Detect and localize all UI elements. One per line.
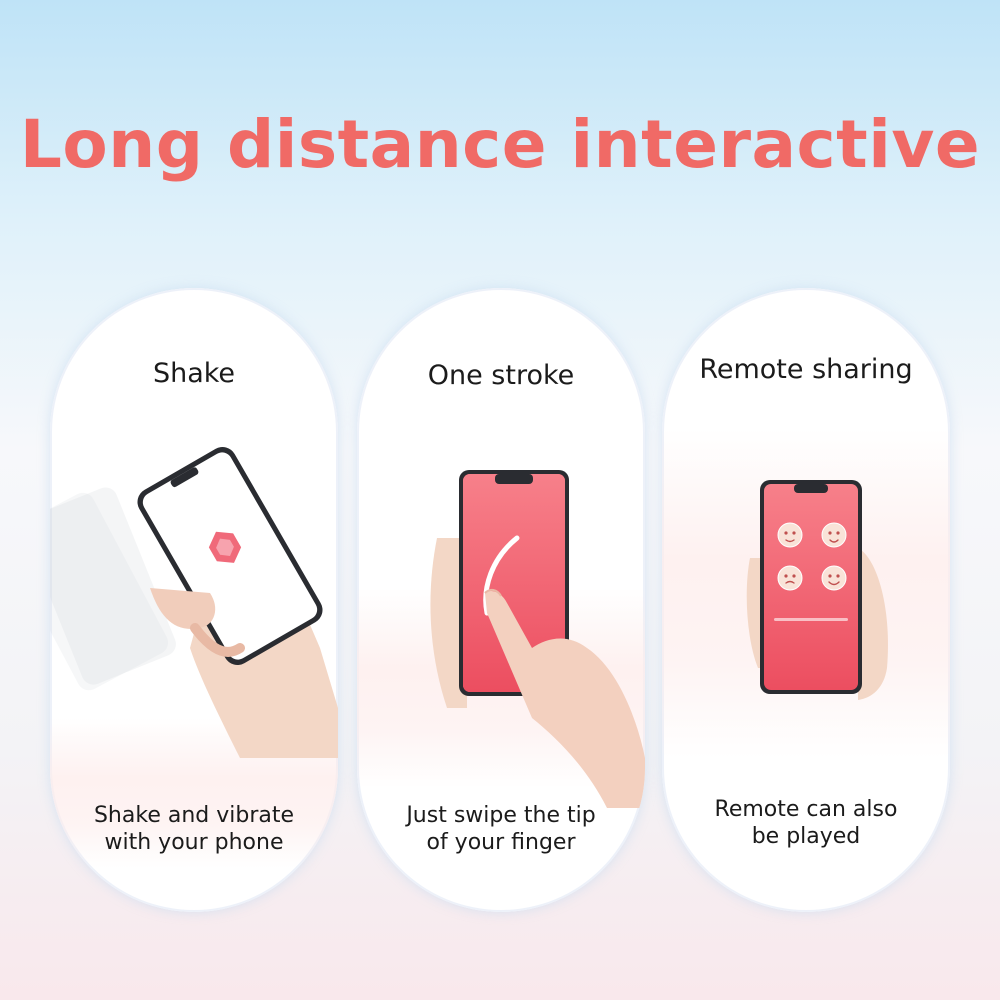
description-line-2: with your phone bbox=[104, 830, 284, 855]
card-description: Remote can also be played bbox=[662, 796, 950, 850]
card-description: Shake and vibrate with your phone bbox=[50, 802, 338, 856]
feature-card-remote-sharing: Remote sharing Remote can also be played bbox=[662, 288, 950, 912]
headline: Long distance interactive bbox=[19, 106, 981, 183]
description-line-1: Shake and vibrate bbox=[93, 803, 295, 828]
description-line-1: Remote can also bbox=[714, 797, 898, 822]
card-description: Just swipe the tip of your finger bbox=[357, 802, 645, 856]
description-line-1: Just swipe the tip bbox=[406, 803, 596, 828]
description-line-2: be played bbox=[751, 824, 861, 849]
feature-card-one-stroke: One stroke Just swipe the tip of your fi… bbox=[357, 288, 645, 912]
description-line-2: of your finger bbox=[426, 830, 576, 855]
feature-card-shake: Shake Shake and vibrate with your phone bbox=[50, 288, 338, 912]
